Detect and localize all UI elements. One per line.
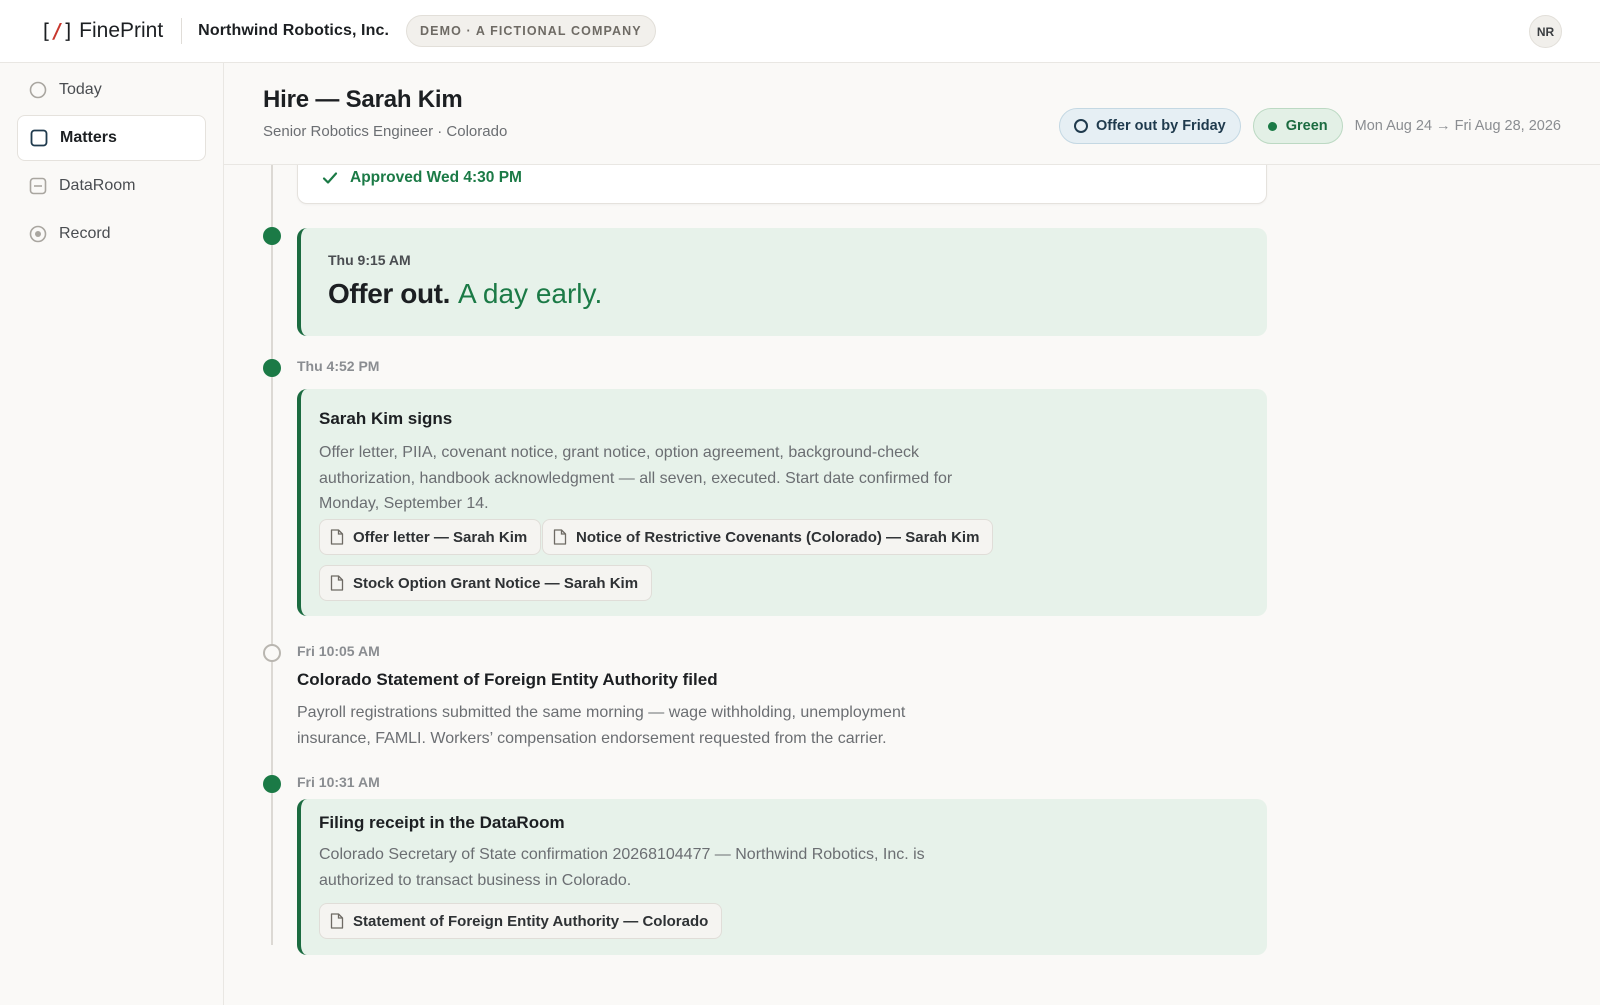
document-chip-label: Stock Option Grant Notice — Sarah Kim — [353, 574, 639, 592]
sidebar-item-matters[interactable]: Matters — [17, 115, 206, 161]
record-icon — [29, 225, 47, 243]
event-card-signed: Sarah Kim signs Offer letter, PIIA, cove… — [297, 389, 1267, 616]
date-range: Mon Aug 24 → Fri Aug 28, 2026 — [1354, 118, 1561, 134]
goal-pill[interactable]: Offer out by Friday — [1059, 108, 1241, 144]
offer-subtitle: A day early. — [458, 278, 603, 309]
document-icon — [553, 529, 567, 545]
offer-time: Thu 9:15 AM — [328, 252, 411, 268]
demo-badge: DEMO · A FICTIONAL COMPANY — [406, 15, 656, 47]
event-time: Fri 10:31 AM — [297, 774, 380, 790]
sidebar-item-record[interactable]: Record — [17, 211, 206, 257]
document-icon — [330, 575, 344, 591]
company-name[interactable]: Northwind Robotics, Inc. — [198, 22, 389, 40]
event-time: Fri 10:05 AM — [297, 643, 380, 659]
document-icon — [330, 913, 344, 929]
document-chip[interactable]: Offer letter — Sarah Kim — [319, 519, 542, 555]
avatar[interactable]: NR — [1529, 15, 1562, 48]
document-chip[interactable]: Stock Option Grant Notice — Sarah Kim — [319, 565, 653, 601]
event-title: Filing receipt in the DataRoom — [319, 813, 565, 832]
status-badge-label: Green — [1285, 118, 1328, 134]
top-bar: [/] FinePrint Northwind Robotics, Inc. D… — [0, 0, 1600, 63]
offer-title-text: Offer out. — [328, 278, 450, 309]
circle-icon — [29, 81, 47, 99]
timeline-dot — [263, 227, 281, 245]
header-divider — [181, 18, 183, 44]
sidebar-item-label: Today — [59, 81, 102, 98]
event-body: Payroll registrations submitted the same… — [297, 704, 906, 747]
status-dot-icon — [1267, 121, 1277, 131]
sidebar-item-today[interactable]: Today — [17, 67, 206, 113]
event-body: Offer letter, PIIA, covenant notice, gra… — [319, 444, 953, 512]
goal-pill-label: Offer out by Friday — [1096, 118, 1226, 134]
timeline-dot-pending — [263, 644, 281, 662]
sidebar-item-label: DataRoom — [59, 177, 136, 194]
approval-card: Approved Wed 4:30 PM — [297, 165, 1267, 204]
sidebar: Today Matters DataRoom Record — [0, 63, 224, 1005]
document-chip-label: Notice of Restrictive Covenants (Colorad… — [576, 528, 980, 546]
header-status: Offer out by Friday Green Mon Aug 24 → F… — [1059, 108, 1561, 144]
offer-milestone-card: Thu 9:15 AM Offer out. A day early. — [297, 228, 1267, 336]
approved-label: Approved Wed 4:30 PM — [350, 169, 522, 186]
status-badge[interactable]: Green — [1252, 108, 1343, 144]
brand-mark: [/] — [40, 19, 74, 43]
goal-ring-icon — [1074, 119, 1088, 133]
event-card-receipt: Filing receipt in the DataRoom Colorado … — [297, 799, 1267, 955]
square-icon — [30, 129, 48, 147]
page-title: Hire — Sarah Kim — [263, 86, 463, 113]
timeline: Approved Wed 4:30 PM Thu 9:15 AM Offer o… — [224, 165, 1600, 1005]
document-chip[interactable]: Notice of Restrictive Covenants (Colorad… — [542, 519, 994, 555]
dataroom-icon — [29, 177, 47, 195]
sidebar-item-dataroom[interactable]: DataRoom — [17, 163, 206, 209]
event-time: Thu 4:52 PM — [297, 358, 380, 374]
timeline-dot — [263, 359, 281, 377]
event-title: Colorado Statement of Foreign Entity Aut… — [297, 670, 718, 689]
check-icon — [322, 172, 338, 184]
event-body: Colorado Secretary of State confirmation… — [319, 846, 925, 889]
document-chip-label: Offer letter — Sarah Kim — [353, 528, 528, 546]
page-subtitle: Senior Robotics Engineer · Colorado — [263, 123, 508, 140]
timeline-dot — [263, 775, 281, 793]
event-title: Sarah Kim signs — [319, 409, 453, 428]
approved-note: Approved Wed 4:30 PM — [322, 169, 522, 187]
brand-logo[interactable]: [/] FinePrint — [40, 19, 163, 43]
offer-title: Offer out. A day early. — [328, 278, 602, 310]
brand-name: FinePrint — [79, 19, 164, 42]
document-icon — [330, 529, 344, 545]
document-chip[interactable]: Statement of Foreign Entity Authority — … — [319, 903, 723, 939]
timeline-rail — [271, 165, 273, 945]
sidebar-item-label: Matters — [60, 129, 117, 146]
matter-header: Hire — Sarah Kim Senior Robotics Enginee… — [224, 63, 1600, 165]
sidebar-item-label: Record — [59, 225, 111, 242]
document-chip-label: Statement of Foreign Entity Authority — … — [353, 912, 709, 930]
